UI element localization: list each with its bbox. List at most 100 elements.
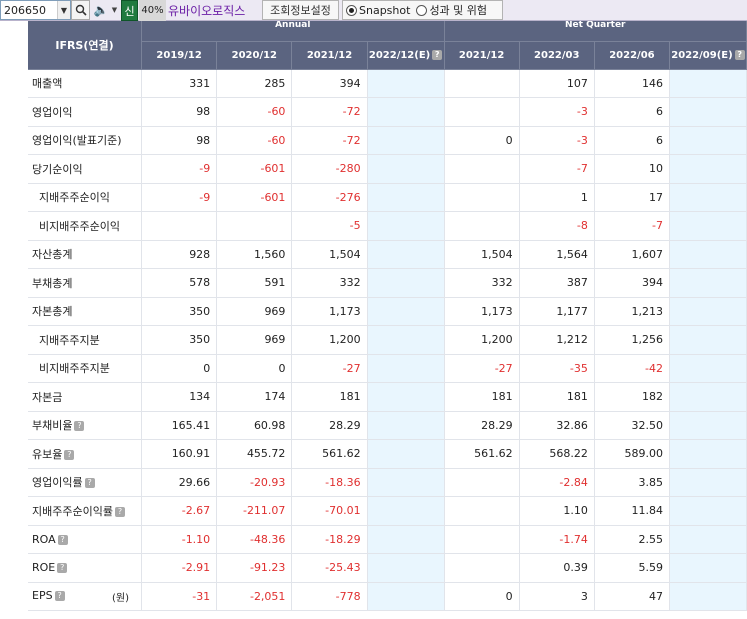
table-cell: 1 bbox=[519, 183, 595, 212]
table-cell bbox=[669, 240, 747, 269]
table-row: EPS? (원) -31 -2,051 -778 0 3 47 bbox=[28, 582, 747, 611]
table-cell bbox=[669, 183, 747, 212]
row-label: ROA bbox=[32, 532, 56, 546]
period-label: 2022/09(E) bbox=[671, 49, 733, 61]
table-cell: 181 bbox=[444, 382, 520, 412]
help-icon[interactable]: ? bbox=[114, 506, 125, 517]
period-label: 2021/12 bbox=[458, 49, 505, 61]
period-label: 2021/12 bbox=[306, 49, 353, 61]
help-icon[interactable]: ? bbox=[432, 49, 443, 60]
chevron-down-icon[interactable]: ▼ bbox=[57, 1, 70, 19]
help-icon[interactable]: ? bbox=[57, 534, 68, 545]
annual-group-header: Annual bbox=[141, 21, 445, 42]
help-icon[interactable]: ? bbox=[54, 590, 65, 601]
row-label: EPS bbox=[32, 588, 53, 602]
table-cell bbox=[669, 382, 747, 412]
table-row: 비지배주주순이익 -5 -8 -7 bbox=[28, 211, 747, 241]
search-icon bbox=[75, 4, 87, 16]
row-label: 지배주주순이익 bbox=[39, 191, 110, 205]
table-row: 자산총계 928 1,560 1,504 1,504 1,564 1,607 bbox=[28, 240, 747, 269]
period-header: 2022/03 bbox=[519, 41, 595, 70]
radio-unselected-icon[interactable] bbox=[416, 4, 428, 16]
table-row: 부채총계 578 591 332 332 387 394 bbox=[28, 268, 747, 298]
table-cell: -280 bbox=[291, 154, 368, 184]
table-cell bbox=[669, 69, 747, 98]
row-label-cell: ROA? bbox=[28, 525, 143, 554]
table-cell bbox=[367, 411, 445, 440]
help-icon[interactable]: ? bbox=[74, 421, 85, 432]
table-cell: 285 bbox=[216, 69, 293, 98]
table-cell: -276 bbox=[291, 183, 368, 212]
row-label: 영업이익(발표기준) bbox=[32, 134, 122, 148]
search-button[interactable] bbox=[71, 0, 90, 20]
table-row: 지배주주순이익률? -2.67 -211.07 -70.01 1.10 11.84 bbox=[28, 496, 747, 526]
table-cell bbox=[444, 97, 520, 127]
table-cell: 17 bbox=[594, 183, 670, 212]
table-cell: 47 bbox=[594, 582, 670, 611]
table-cell: -5 bbox=[291, 211, 368, 241]
table-cell bbox=[444, 69, 520, 98]
table-cell: -1.74 bbox=[519, 525, 595, 554]
query-settings-button[interactable]: 조회정보설정 bbox=[262, 0, 339, 20]
table-cell bbox=[367, 240, 445, 269]
row-label: 자본총계 bbox=[32, 305, 73, 319]
table-cell: 332 bbox=[444, 268, 520, 298]
row-label: 부채비율 bbox=[32, 419, 73, 433]
table-cell: 0.39 bbox=[519, 553, 595, 583]
table-cell: -8 bbox=[519, 211, 595, 241]
table-cell bbox=[367, 439, 445, 469]
table-cell: 0 bbox=[216, 354, 293, 383]
radio-selected-icon[interactable] bbox=[346, 4, 357, 16]
help-icon[interactable]: ? bbox=[57, 563, 68, 574]
table-cell bbox=[367, 97, 445, 127]
speaker-dropdown-icon[interactable]: ▼ bbox=[110, 0, 119, 20]
row-label: 비지배주주순이익 bbox=[39, 219, 120, 233]
table-cell: 1,607 bbox=[594, 240, 670, 269]
row-label: 자본금 bbox=[32, 390, 63, 404]
period-label: 2022/03 bbox=[534, 49, 580, 61]
table-cell: -2.67 bbox=[141, 496, 218, 526]
help-icon[interactable]: ? bbox=[734, 49, 745, 60]
table-cell: 1,504 bbox=[444, 240, 520, 269]
table-cell: 32.86 bbox=[519, 411, 595, 440]
table-row: 매출액 331 285 394 107 146 bbox=[28, 69, 747, 98]
view-option-performance[interactable]: 성과 및 위험 bbox=[416, 2, 487, 18]
table-cell bbox=[367, 496, 445, 526]
period-header: 2022/12(E)? bbox=[367, 41, 445, 70]
table-cell: -1.10 bbox=[141, 525, 218, 554]
toolbar: 206650 ▼ 🔈 ▼ 신 40% 유바이오로직스 조회정보설정 Snapsh… bbox=[0, 0, 747, 21]
table-cell: 578 bbox=[141, 268, 218, 298]
table-cell: 394 bbox=[291, 69, 368, 98]
table-cell: -9 bbox=[141, 154, 218, 184]
row-label-cell: EPS? (원) bbox=[28, 582, 143, 611]
table-cell bbox=[669, 439, 747, 469]
row-label: 매출액 bbox=[32, 77, 63, 91]
table-cell bbox=[367, 582, 445, 611]
table-cell: -9 bbox=[141, 183, 218, 212]
speaker-icon[interactable]: 🔈 bbox=[91, 0, 111, 20]
stock-code-value[interactable]: 206650 bbox=[1, 4, 57, 17]
table-cell bbox=[444, 468, 520, 497]
view-toggle: Snapshot 성과 및 위험 bbox=[342, 0, 503, 20]
table-cell: 165.41 bbox=[141, 411, 218, 440]
table-cell: 11.84 bbox=[594, 496, 670, 526]
stock-code-combo[interactable]: 206650 ▼ bbox=[0, 0, 71, 20]
table-cell bbox=[669, 325, 747, 355]
table-cell bbox=[444, 553, 520, 583]
row-label-cell: 자본총계 bbox=[28, 297, 143, 326]
help-icon[interactable]: ? bbox=[84, 478, 95, 489]
period-label: 2019/12 bbox=[156, 49, 202, 61]
view-option-snapshot[interactable]: Snapshot bbox=[346, 4, 410, 17]
table-cell: -31 bbox=[141, 582, 218, 611]
table-cell: 1,256 bbox=[594, 325, 670, 355]
table-cell bbox=[367, 354, 445, 383]
table-cell bbox=[444, 154, 520, 184]
new-badge[interactable]: 신 bbox=[121, 0, 138, 21]
company-name: 유바이오로직스 bbox=[168, 4, 246, 18]
help-icon[interactable]: ? bbox=[64, 449, 75, 460]
row-label-cell: 영업이익 bbox=[28, 97, 143, 127]
row-label: 부채총계 bbox=[32, 276, 73, 290]
table-row: 영업이익(발표기준) 98 -60 -72 0 -3 6 bbox=[28, 126, 747, 155]
table-cell: -2.84 bbox=[519, 468, 595, 497]
table-cell: 561.62 bbox=[291, 439, 368, 469]
